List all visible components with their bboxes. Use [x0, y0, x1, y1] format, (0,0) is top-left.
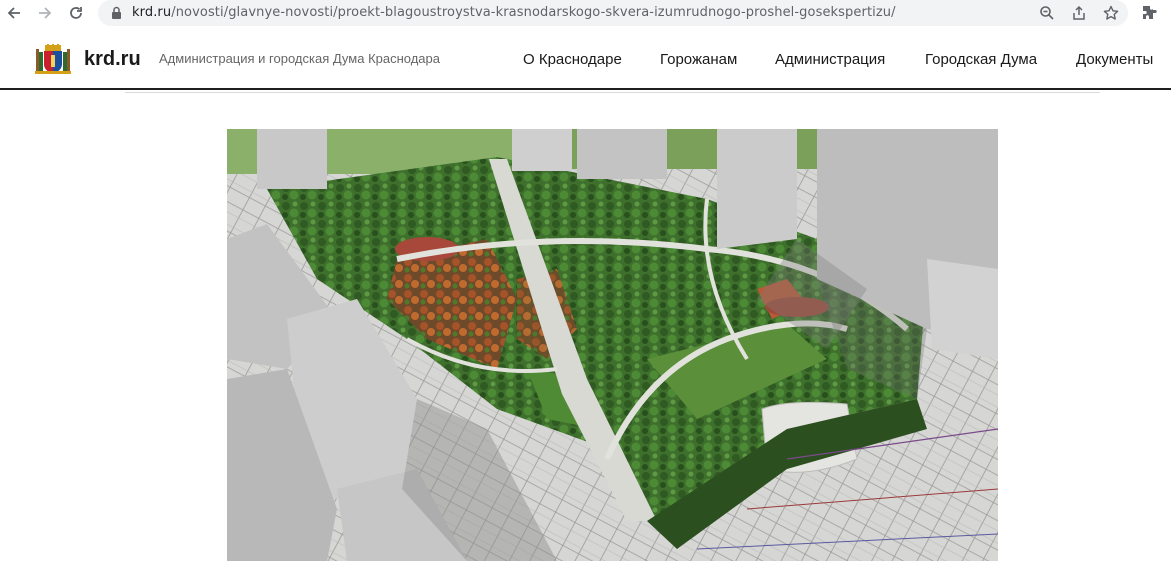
url-host: krd.ru [132, 5, 172, 20]
site-header: krd.ru Администрация и городская Дума Кр… [0, 30, 1171, 90]
browser-toolbar: krd.ru/novosti/glavnye-novosti/proekt-bl… [0, 0, 1171, 26]
nav-link-city-duma[interactable]: Городская Дума [925, 51, 1037, 68]
lock-icon[interactable] [110, 6, 123, 20]
site-subtitle: Администрация и городская Дума Краснодар… [159, 51, 440, 66]
article-hero-image[interactable] [227, 129, 998, 561]
park-rendering-image [227, 129, 998, 561]
url-path: /novosti/glavnye-novosti/proekt-blagoust… [171, 5, 896, 20]
back-arrow-icon[interactable] [2, 1, 26, 25]
nav-link-documents[interactable]: Документы [1076, 51, 1153, 68]
address-bar[interactable]: krd.ru/novosti/glavnye-novosti/proekt-bl… [98, 0, 1128, 26]
nav-link-about-krasnodar[interactable]: О Краснодаре [523, 51, 622, 68]
city-emblem-icon[interactable] [35, 44, 71, 76]
zoom-icon[interactable] [1038, 4, 1056, 22]
reload-icon[interactable] [64, 1, 88, 25]
header-divider [125, 92, 1100, 93]
nav-link-citizens[interactable]: Горожанам [660, 51, 737, 68]
share-icon[interactable] [1070, 4, 1088, 22]
extensions-icon[interactable] [1140, 3, 1160, 23]
nav-link-administration[interactable]: Администрация [775, 51, 885, 68]
forward-arrow-icon[interactable] [33, 1, 57, 25]
url-text[interactable]: krd.ru/novosti/glavnye-novosti/proekt-bl… [132, 5, 896, 20]
star-icon[interactable] [1102, 4, 1120, 22]
site-logo-text[interactable]: krd.ru [84, 48, 141, 71]
